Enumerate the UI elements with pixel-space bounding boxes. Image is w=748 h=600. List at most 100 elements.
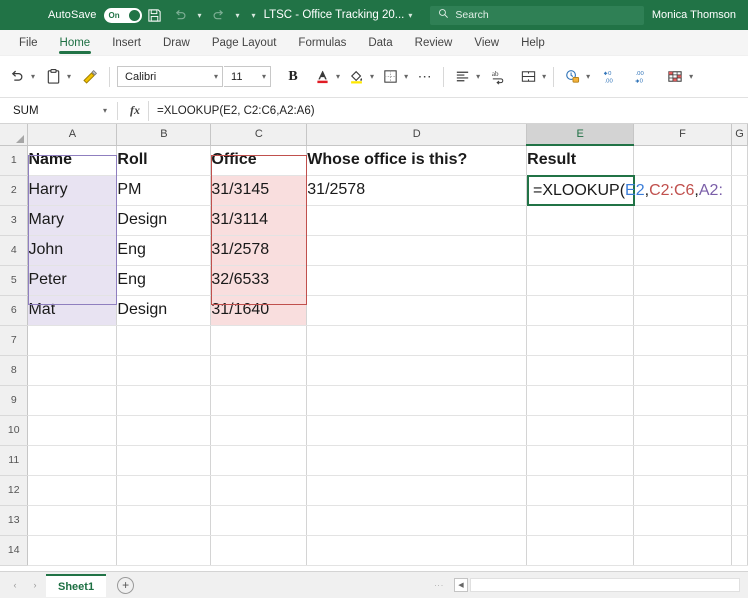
undo-icon[interactable] [6,63,29,91]
tab-review[interactable]: Review [404,30,464,56]
cell-f12[interactable] [634,475,732,505]
document-title-chevron-down-icon[interactable]: ▾ [408,11,412,20]
cell-a7[interactable] [28,325,117,355]
cell-a3[interactable]: Mary [28,205,117,235]
formula-input[interactable]: =XLOOKUP(E2, C2:C6,A2:A6) [148,101,746,121]
cell-b6[interactable]: Design [117,295,211,325]
cell-b4[interactable]: Eng [117,235,211,265]
save-icon[interactable] [142,2,168,28]
cell-f11[interactable] [634,445,732,475]
cell-a8[interactable] [28,355,117,385]
cell-g11[interactable] [731,445,747,475]
cell-d9[interactable] [307,385,527,415]
cell-e5[interactable] [527,265,634,295]
cell-a4[interactable]: John [28,235,117,265]
paste-chevron-down-icon[interactable]: ▾ [66,72,71,81]
increase-decimal-icon[interactable]: 0.00 [597,63,623,91]
cell-g8[interactable] [731,355,747,385]
align-chevron-down-icon[interactable]: ▾ [475,72,480,81]
fill-color-chevron-down-icon[interactable]: ▾ [369,72,374,81]
tab-help[interactable]: Help [510,30,556,56]
row-header-13[interactable]: 13 [0,505,28,535]
cell-b3[interactable]: Design [117,205,211,235]
format-painter-icon[interactable] [78,63,102,91]
column-header-f[interactable]: F [634,124,732,145]
cell-b13[interactable] [117,505,211,535]
cell-g12[interactable] [731,475,747,505]
tab-draw[interactable]: Draw [152,30,201,56]
cell-g14[interactable] [731,535,747,565]
cell-f6[interactable] [634,295,732,325]
redo-icon[interactable] [206,2,232,28]
cell-e3[interactable] [527,205,634,235]
tab-file[interactable]: File [8,30,49,56]
cell-e10[interactable] [527,415,634,445]
cell-f13[interactable] [634,505,732,535]
add-sheet-button[interactable]: + [117,577,134,594]
select-all-corner[interactable] [0,124,28,145]
row-header-5[interactable]: 5 [0,265,28,295]
cell-c1[interactable]: Office [211,145,307,175]
cell-c9[interactable] [211,385,307,415]
cell-d7[interactable] [307,325,527,355]
merge-chevron-down-icon[interactable]: ▾ [541,72,546,81]
cell-e6[interactable] [527,295,634,325]
column-header-e[interactable]: E [527,124,634,145]
cell-c10[interactable] [211,415,307,445]
number-format-chevron-down-icon[interactable]: ▾ [585,72,590,81]
cell-d5[interactable] [307,265,527,295]
cell-g3[interactable] [731,205,747,235]
row-header-10[interactable]: 10 [0,415,28,445]
document-title[interactable]: LTSC - Office Tracking 20... [264,9,405,21]
next-sheet-icon[interactable]: › [26,580,44,590]
row-header-11[interactable]: 11 [0,445,28,475]
cell-a11[interactable] [28,445,117,475]
cell-c11[interactable] [211,445,307,475]
cell-d10[interactable] [307,415,527,445]
cell-b10[interactable] [117,415,211,445]
bold-button[interactable]: B [282,63,304,91]
cell-g6[interactable] [731,295,747,325]
cell-a10[interactable] [28,415,117,445]
column-header-c[interactable]: C [211,124,307,145]
cell-e1[interactable]: Result [527,145,634,175]
tab-home[interactable]: Home [49,30,102,56]
borders-chevron-down-icon[interactable]: ▾ [403,72,408,81]
tab-view[interactable]: View [463,30,510,56]
cell-c8[interactable] [211,355,307,385]
row-header-1[interactable]: 1 [0,145,28,175]
cell-d8[interactable] [307,355,527,385]
cell-g5[interactable] [731,265,747,295]
tab-formulas[interactable]: Formulas [287,30,357,56]
column-header-b[interactable]: B [117,124,211,145]
cell-a12[interactable] [28,475,117,505]
sheet-tab-sheet1[interactable]: Sheet1 [46,574,106,597]
font-name-select[interactable]: Calibri ▾ [117,66,223,87]
cell-a2[interactable]: Harry [28,175,117,205]
more-options-ellipsis-icon[interactable]: ⋯ [414,63,436,91]
cell-g7[interactable] [731,325,747,355]
cell-g1[interactable] [731,145,747,175]
cell-f3[interactable] [634,205,732,235]
cell-c7[interactable] [211,325,307,355]
conditional-formatting-icon[interactable] [663,63,687,91]
tab-insert[interactable]: Insert [101,30,152,56]
insert-function-icon[interactable]: fx [122,103,148,118]
cell-b12[interactable] [117,475,211,505]
cell-e7[interactable] [527,325,634,355]
cell-f5[interactable] [634,265,732,295]
clipboard-paste-icon[interactable] [42,63,65,91]
cell-b9[interactable] [117,385,211,415]
cell-b8[interactable] [117,355,211,385]
cell-a5[interactable]: Peter [28,265,117,295]
name-box-chevron-down-icon[interactable]: ▾ [102,106,107,115]
cell-e11[interactable] [527,445,634,475]
cell-e14[interactable] [527,535,634,565]
undo-chevron-down-icon[interactable]: ▾ [198,11,202,20]
cell-d11[interactable] [307,445,527,475]
cell-d2[interactable]: 31/2578 [307,175,527,205]
column-header-g[interactable]: G [731,124,747,145]
cell-d6[interactable] [307,295,527,325]
borders-icon[interactable] [379,63,402,91]
cell-f7[interactable] [634,325,732,355]
